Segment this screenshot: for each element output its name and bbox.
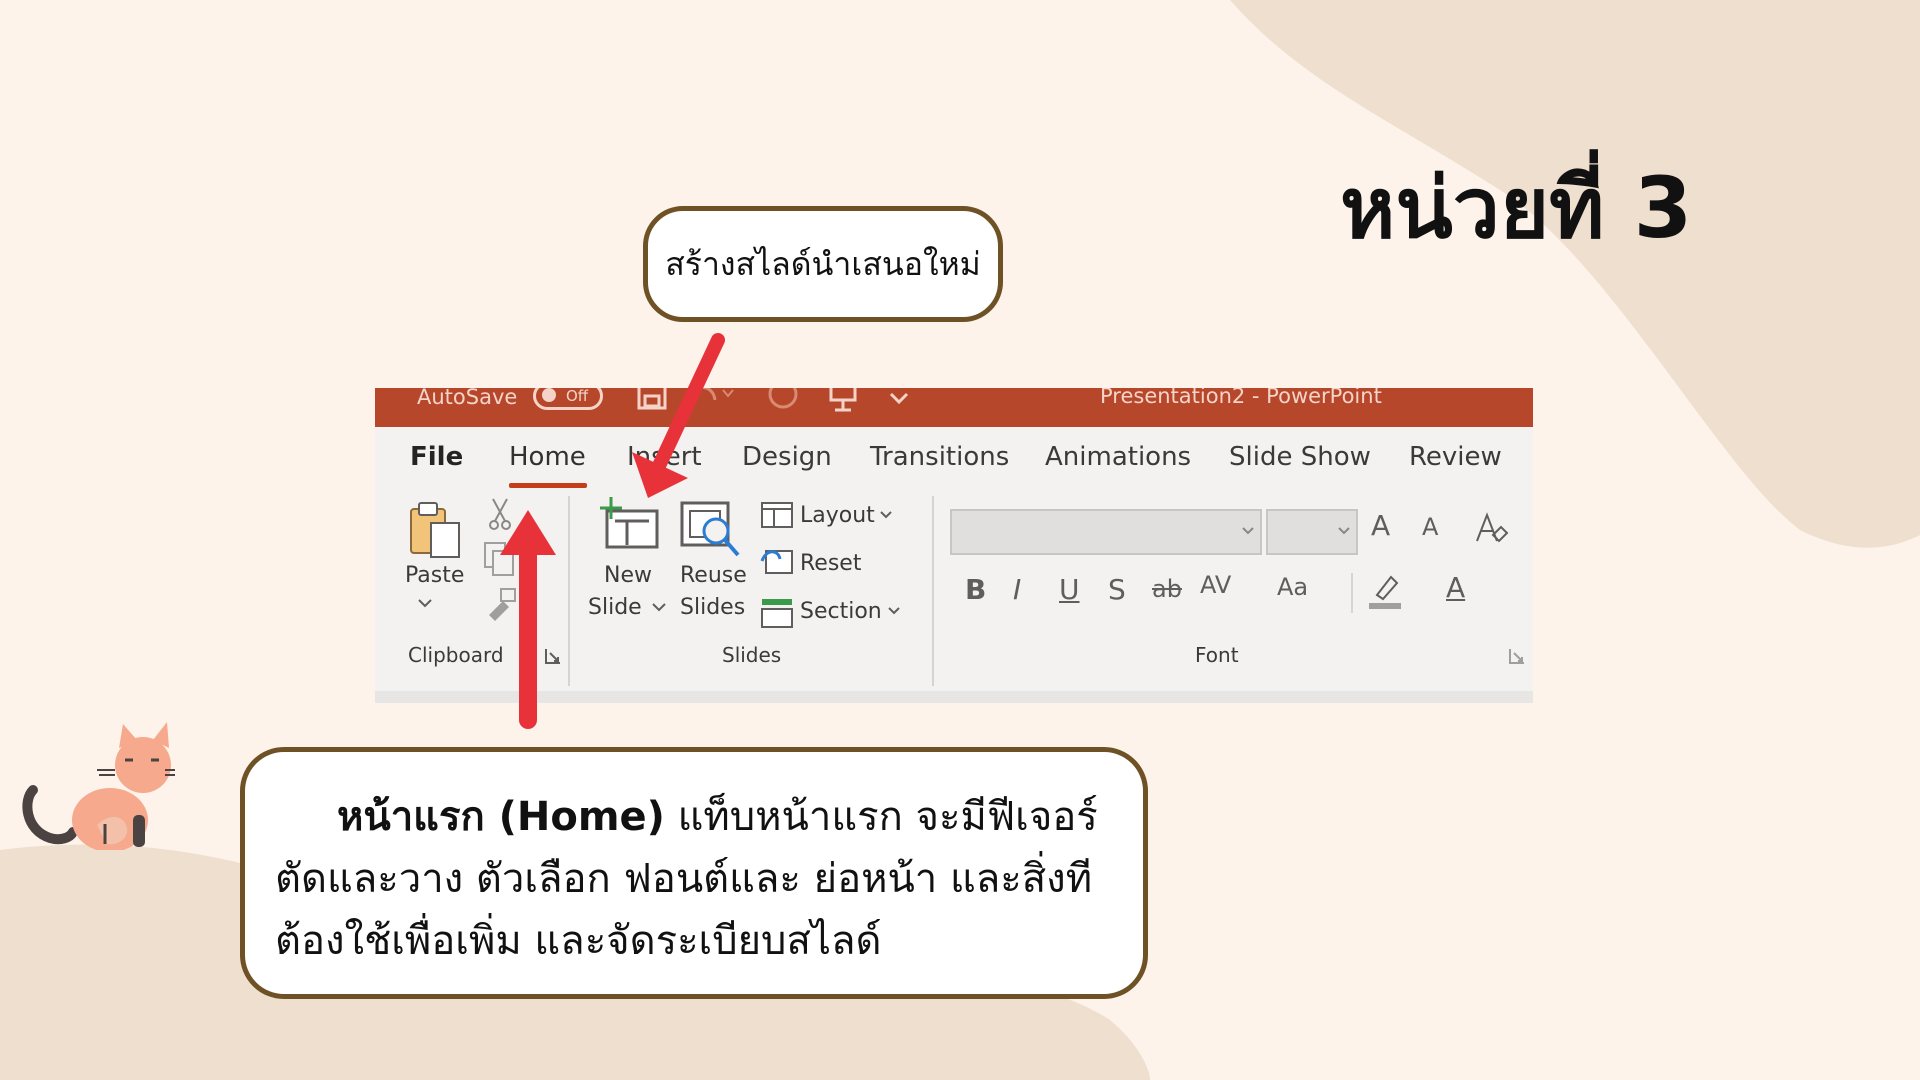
separator-font-inner <box>1351 573 1353 613</box>
callout-home-description: หน้าแรก (Home) แท็บหน้าแรก จะมีฟีเจอร์ตั… <box>240 747 1148 999</box>
callout-new-slide: สร้างสไลด์นำเสนอใหม่ <box>643 206 1003 322</box>
arrow-to-home-tab <box>500 510 556 729</box>
reset-label[interactable]: Reset <box>800 551 861 576</box>
clipboard-group-label: Clipboard <box>408 643 504 667</box>
font-color-button[interactable]: A <box>1446 571 1465 604</box>
present-icon[interactable] <box>827 388 861 412</box>
tab-design[interactable]: Design <box>742 442 832 472</box>
section-dropdown-icon[interactable] <box>887 605 901 617</box>
arrow-to-new-slide <box>632 333 725 498</box>
text-shadow-button[interactable]: S <box>1108 573 1126 606</box>
slides-group-label: Slides <box>722 643 782 667</box>
font-name-chevron-icon[interactable] <box>1241 525 1255 537</box>
title-bar: AutoSave Off Presentation2 - PowerPoint <box>375 388 1533 427</box>
tab-home[interactable]: Home <box>509 442 586 472</box>
new-slide-label-1[interactable]: New <box>604 563 652 588</box>
layout-dropdown-icon[interactable] <box>879 509 893 521</box>
reuse-slides-label-1[interactable]: Reuse <box>680 563 747 588</box>
shrink-font-button[interactable]: A <box>1422 513 1438 541</box>
slide-title: หน่วยที่ 3 <box>1340 159 1693 257</box>
tab-review[interactable]: Review <box>1409 442 1502 472</box>
tab-slide-show[interactable]: Slide Show <box>1229 442 1371 472</box>
document-title: Presentation2 - PowerPoint <box>1100 388 1382 408</box>
section-label[interactable]: Section <box>800 599 882 624</box>
tab-animations[interactable]: Animations <box>1045 442 1191 472</box>
bold-button[interactable]: B <box>965 573 986 606</box>
callout-new-slide-text: สร้างสไลด์นำเสนอใหม่ <box>665 244 981 283</box>
autosave-label: AutoSave <box>417 388 518 409</box>
strikethrough-button[interactable]: ab <box>1152 575 1182 603</box>
paste-icon[interactable] <box>405 501 465 559</box>
ribbon-tabs: File Home Insert Design Transitions Anim… <box>375 427 1533 491</box>
active-tab-indicator <box>509 483 587 488</box>
new-slide-dropdown-icon[interactable] <box>651 601 667 613</box>
reuse-slides-label-2[interactable]: Slides <box>680 595 745 620</box>
section-icon[interactable] <box>760 597 794 629</box>
italic-button[interactable]: I <box>1013 573 1021 606</box>
font-size-chevron-icon[interactable] <box>1337 525 1351 537</box>
character-spacing-button[interactable]: AV <box>1200 571 1231 599</box>
paste-dropdown-icon[interactable] <box>417 597 433 609</box>
clear-formatting-icon[interactable] <box>1473 511 1509 547</box>
callout-home-lead: หน้าแรก (Home) <box>337 794 665 840</box>
redo-icon[interactable] <box>767 388 803 410</box>
tab-transitions[interactable]: Transitions <box>870 442 1009 472</box>
underline-button[interactable]: U <box>1059 573 1080 606</box>
separator-clipboard <box>568 496 570 686</box>
grow-font-button[interactable]: A <box>1371 509 1390 542</box>
font-name-dropdown[interactable] <box>950 509 1262 555</box>
font-group-label: Font <box>1195 643 1239 667</box>
layout-icon[interactable] <box>760 501 794 529</box>
highlight-color-icon[interactable] <box>1365 571 1405 611</box>
separator-slides <box>932 496 934 686</box>
autosave-toggle[interactable]: Off <box>533 388 603 410</box>
tab-file[interactable]: File <box>410 442 463 472</box>
change-case-button[interactable]: Aa <box>1277 573 1308 601</box>
font-launcher-icon[interactable] <box>1508 647 1526 665</box>
new-slide-label-2[interactable]: Slide <box>588 595 642 620</box>
reset-icon[interactable] <box>760 547 796 577</box>
layout-label[interactable]: Layout <box>800 503 875 528</box>
paste-label[interactable]: Paste <box>405 563 464 588</box>
cat-icon <box>22 722 175 850</box>
customize-qat-icon[interactable] <box>887 388 911 406</box>
